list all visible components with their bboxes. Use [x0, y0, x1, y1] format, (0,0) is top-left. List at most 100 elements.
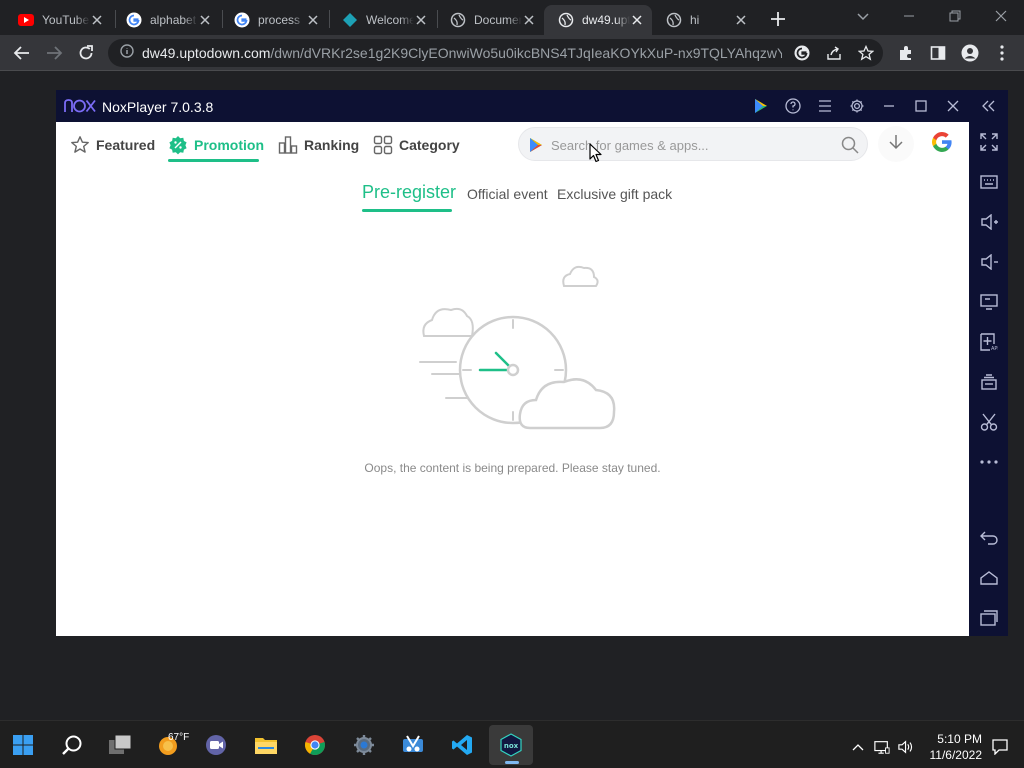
file-explorer-icon[interactable] — [244, 725, 288, 765]
url-text: dw49.uptodown.com/dwn/dVRKr2se1g2K9ClyEO… — [142, 45, 782, 61]
chevron-up-icon[interactable] — [850, 739, 866, 755]
play-store-icon[interactable] — [752, 97, 770, 115]
collapse-sidebar-icon[interactable] — [979, 97, 997, 115]
back-icon[interactable] — [979, 528, 999, 548]
close-icon[interactable] — [414, 13, 428, 27]
recent-apps-icon[interactable] — [979, 608, 999, 628]
settings-icon[interactable] — [342, 725, 386, 765]
close-icon[interactable] — [734, 13, 748, 27]
scissors-icon[interactable] — [979, 412, 999, 432]
task-view-icon[interactable] — [98, 725, 142, 765]
star-icon — [70, 135, 90, 155]
teams-chat-icon[interactable] — [194, 725, 238, 765]
extensions-icon[interactable] — [894, 41, 918, 65]
browser-toolbar: dw49.uptodown.com/dwn/dVRKr2se1g2K9ClyEO… — [0, 35, 1024, 71]
category-icon — [373, 135, 393, 155]
more-options-icon[interactable] — [979, 452, 999, 472]
browser-tab-active[interactable]: dw49.uptodown — [544, 5, 652, 35]
chrome-icon[interactable] — [293, 725, 337, 765]
forward-button[interactable] — [42, 41, 66, 65]
network-icon[interactable] — [874, 739, 890, 755]
noxplayer-window: NoxPlayer 7.0.3.8 Featured Promotion Ran… — [56, 90, 1008, 636]
volume-down-icon[interactable] — [979, 252, 999, 272]
keyboard-icon[interactable] — [979, 172, 999, 192]
google-account-button[interactable] — [928, 130, 956, 158]
browser-tab[interactable]: Welcome — [328, 5, 436, 35]
search-icon[interactable] — [50, 725, 94, 765]
close-icon[interactable] — [306, 13, 320, 27]
tab-title: alphabet — [150, 13, 197, 27]
reload-button[interactable] — [74, 41, 98, 65]
fullscreen-icon[interactable] — [979, 132, 999, 152]
browser-tab[interactable]: hi — [652, 5, 756, 35]
restore-button[interactable] — [932, 0, 978, 32]
noxplayer-taskbar-icon[interactable]: nox — [489, 725, 533, 765]
menu-icon[interactable] — [990, 41, 1014, 65]
vscode-icon[interactable] — [440, 725, 484, 765]
tab-label: Category — [399, 137, 460, 153]
svg-text:APK: APK — [991, 346, 998, 351]
multi-instance-icon[interactable] — [979, 372, 999, 392]
help-icon[interactable] — [784, 97, 802, 115]
ranking-icon — [278, 135, 298, 155]
clock-date: 11/6/2022 — [929, 748, 983, 762]
tab-ranking[interactable]: Ranking — [278, 134, 359, 156]
browser-tab[interactable]: YouTube — [4, 5, 112, 35]
address-bar[interactable]: dw49.uptodown.com/dwn/dVRKr2se1g2K9ClyEO… — [108, 39, 883, 67]
close-icon[interactable] — [198, 13, 212, 27]
weather-widget[interactable] — [146, 725, 190, 765]
home-icon[interactable] — [979, 568, 999, 588]
subtab-pre-register[interactable]: Pre-register — [362, 182, 456, 203]
system-clock[interactable]: 5:10 PM 11/6/2022 — [920, 731, 983, 763]
search-box — [518, 127, 868, 161]
search-icon[interactable] — [841, 136, 859, 159]
close-icon[interactable] — [522, 13, 536, 27]
chevron-down-icon[interactable] — [855, 8, 871, 24]
clock-time: 5:10 PM — [937, 732, 982, 746]
svg-text:nox: nox — [504, 742, 519, 750]
google-icon — [126, 12, 142, 28]
close-button[interactable] — [944, 97, 962, 115]
browser-tab[interactable]: process — [220, 5, 328, 35]
tab-label: Ranking — [304, 137, 360, 153]
side-panel-icon[interactable] — [926, 41, 950, 65]
browser-tab[interactable]: alphabet — [112, 5, 220, 35]
active-tab-indicator — [168, 159, 259, 162]
subtab-exclusive-gift-pack[interactable]: Exclusive gift pack — [557, 186, 672, 202]
settings-gear-icon[interactable] — [848, 97, 866, 115]
maximize-button[interactable] — [912, 97, 930, 115]
profile-icon[interactable] — [958, 41, 982, 65]
nox-titlebar: NoxPlayer 7.0.3.8 — [56, 90, 1008, 122]
close-window-button[interactable] — [978, 0, 1024, 32]
screen-icon[interactable] — [979, 292, 999, 312]
close-icon[interactable] — [90, 13, 104, 27]
tab-featured[interactable]: Featured — [70, 134, 155, 156]
start-button[interactable] — [1, 725, 45, 765]
nox-sidebar: APK — [969, 122, 1008, 636]
globe-icon — [666, 12, 682, 28]
star-icon[interactable] — [857, 44, 875, 61]
snipping-tool-icon[interactable] — [391, 725, 435, 765]
download-button[interactable] — [878, 126, 914, 162]
add-apk-icon[interactable]: APK — [979, 332, 999, 352]
subtab-official-event[interactable]: Official event — [467, 186, 548, 202]
browser-tab[interactable]: Document — [436, 5, 544, 35]
menu-icon[interactable] — [816, 97, 834, 115]
google-lens-icon[interactable] — [794, 45, 810, 61]
globe-icon — [558, 12, 574, 28]
site-info-icon[interactable] — [120, 43, 134, 63]
volume-icon[interactable] — [898, 739, 914, 755]
minimize-button[interactable] — [886, 0, 932, 32]
weather-temperature: 67°F — [168, 732, 190, 743]
minimize-button[interactable] — [880, 97, 898, 115]
tab-category[interactable]: Category — [373, 134, 460, 156]
close-icon[interactable] — [630, 13, 644, 27]
new-tab-button[interactable] — [767, 8, 789, 30]
back-button[interactable] — [10, 41, 34, 65]
notification-icon[interactable] — [992, 739, 1008, 755]
volume-up-icon[interactable] — [979, 212, 999, 232]
tab-promotion[interactable]: Promotion — [168, 134, 264, 156]
tab-title: process — [258, 13, 301, 27]
share-icon[interactable] — [826, 45, 842, 61]
nox-logo — [64, 99, 96, 118]
